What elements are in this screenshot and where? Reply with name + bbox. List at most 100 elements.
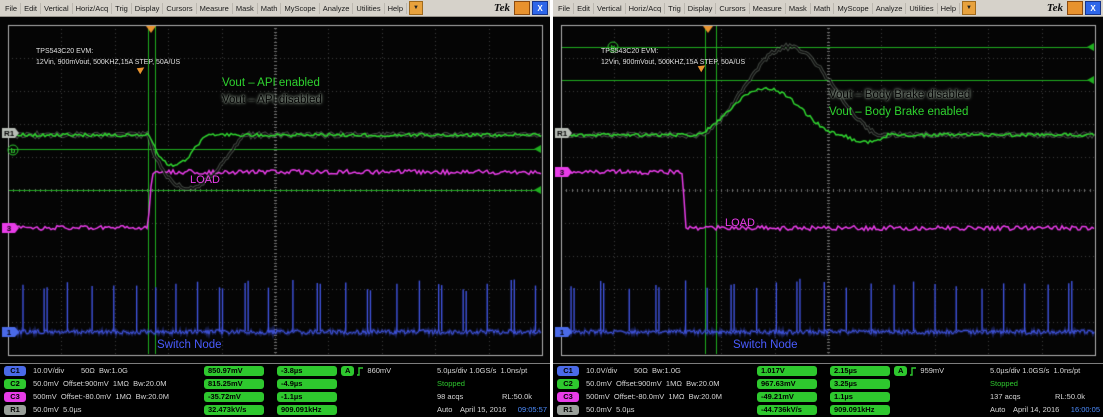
measurement-value: 815.25mV — [204, 379, 264, 389]
channel-settings-c3: 500mV Offset:-80.0mV 1MΩ Bw:20.0M — [33, 392, 169, 401]
trace-label-black: Vout – Body Brake disabled — [829, 89, 970, 102]
measurement-value: 967.63mV — [757, 379, 817, 389]
channel-settings-c1: 10.0V/div 50Ω Bw:1.0G — [586, 366, 681, 375]
date-readout: April 15, 2016 — [460, 405, 506, 414]
measurement-value: -35.72mV — [204, 392, 264, 402]
menu-mask[interactable]: Mask — [786, 3, 811, 14]
menu-cursors[interactable]: Cursors — [163, 3, 196, 14]
device-annotation-line1: TPS543C20 EVM: — [601, 48, 658, 56]
menu-edit[interactable]: Edit — [574, 3, 594, 14]
trigger-source-badge[interactable]: A — [894, 366, 907, 376]
measurement-value: 1.1µs — [830, 392, 890, 402]
minimize-button[interactable] — [514, 1, 530, 15]
measurement-value: 3.25µs — [830, 379, 890, 389]
status-row: R1 50.0mV 5.0µs 32.473kV/s 909.091kHz Au… — [0, 405, 550, 417]
menu-analyze[interactable]: Analyze — [320, 3, 354, 14]
timebase-readout: 5.0µs/div 1.0GS/s 1.0ns/pt — [437, 366, 527, 375]
waveform-display: TPS543C20 EVM: 12Vin, 900mVout, 500KHZ,1… — [0, 17, 550, 363]
tek-logo: Tek — [1043, 2, 1067, 14]
channel-badge-c2[interactable]: C2 — [557, 379, 579, 389]
menu-display[interactable]: Display — [685, 3, 717, 14]
menu-trig[interactable]: Trig — [665, 3, 685, 14]
channel-badge-c3[interactable]: C3 — [557, 392, 579, 402]
menu-bar: File Edit Vertical Horiz/Acq Trig Displa… — [553, 0, 1103, 17]
acquisition-count: 137 acqs — [990, 392, 1020, 401]
menu-cursors[interactable]: Cursors — [716, 3, 749, 14]
menu-myscope[interactable]: MyScope — [281, 3, 319, 14]
status-row: C1 10.0V/div 50Ω Bw:1.0G 1.017V 2.15µs A… — [553, 366, 1103, 378]
minimize-button[interactable] — [1067, 1, 1083, 15]
menu-analyze[interactable]: Analyze — [873, 3, 907, 14]
trigger-level: 860mV — [367, 366, 391, 375]
channel-badge-c1[interactable]: C1 — [4, 366, 26, 376]
trigger-source-badge[interactable]: A — [341, 366, 354, 376]
close-button[interactable]: X — [532, 1, 548, 15]
channel-settings-r1: 50.0mV 5.0µs — [33, 405, 82, 414]
acquisition-count: 98 acqs — [437, 392, 463, 401]
acquisition-state: Stopped — [990, 379, 1018, 388]
record-length: RL:50.0k — [1055, 392, 1085, 401]
acquisition-state: Stopped — [437, 379, 465, 388]
switch-node-label: Switch Node — [733, 339, 798, 352]
menu-file[interactable]: File — [2, 3, 21, 14]
channel-badge-c1[interactable]: C1 — [557, 366, 579, 376]
menu-myscope[interactable]: MyScope — [834, 3, 872, 14]
menu-display[interactable]: Display — [132, 3, 164, 14]
trace-label-green: Vout – API enabled — [222, 77, 320, 90]
measurement-value: -3.8µs — [277, 366, 337, 376]
graticule-canvas[interactable] — [553, 17, 1103, 363]
menu-help[interactable]: Help — [938, 3, 960, 14]
menu-file[interactable]: File — [555, 3, 574, 14]
status-row: C3 500mV Offset:-80.0mV 1MΩ Bw:20.0M -35… — [0, 392, 550, 404]
menu-measure[interactable]: Measure — [750, 3, 786, 14]
trigger-mode: Auto — [990, 405, 1005, 414]
device-annotation-line2: 12Vin, 900mVout, 500KHZ,15A STEP, 50A/US — [601, 59, 745, 67]
channel-settings-c1: 10.0V/div 50Ω Bw:1.0G — [33, 366, 128, 375]
status-row: C2 50.0mV Offset:900mV 1MΩ Bw:20.0M 815.… — [0, 379, 550, 391]
close-button[interactable]: X — [1085, 1, 1101, 15]
menu-utilities[interactable]: Utilities — [906, 3, 937, 14]
waveform-display: TPS543C20 EVM: 12Vin, 900mVout, 500KHZ,1… — [553, 17, 1103, 363]
status-bar: C1 10.0V/div 50Ω Bw:1.0G 1.017V 2.15µs A… — [553, 363, 1103, 417]
channel-settings-r1: 50.0mV 5.0µs — [586, 405, 635, 414]
menu-horiz-acq[interactable]: Horiz/Acq — [626, 3, 666, 14]
trigger-mode: Auto — [437, 405, 452, 414]
measurement-value: 850.97mV — [204, 366, 264, 376]
channel-badge-r1[interactable]: R1 — [4, 405, 26, 415]
record-length: RL:50.0k — [502, 392, 532, 401]
status-row: C3 500mV Offset:-80.0mV 1MΩ Bw:20.0M -49… — [553, 392, 1103, 404]
device-annotation-line2: 12Vin, 900mVout, 500KHZ,15A STEP, 50A/US — [36, 59, 180, 67]
menu-mask[interactable]: Mask — [233, 3, 258, 14]
trigger-level: 959mV — [920, 366, 944, 375]
menu-trig[interactable]: Trig — [112, 3, 132, 14]
time-readout: 16:00:05 — [1071, 405, 1100, 414]
menu-measure[interactable]: Measure — [197, 3, 233, 14]
menu-utilities[interactable]: Utilities — [353, 3, 384, 14]
menu-overflow-button[interactable]: ▼ — [962, 1, 976, 15]
menu-help[interactable]: Help — [385, 3, 407, 14]
menu-vertical[interactable]: Vertical — [41, 3, 73, 14]
measurement-value: 32.473kV/s — [204, 405, 264, 415]
menu-bar: File Edit Vertical Horiz/Acq Trig Displa… — [0, 0, 550, 17]
measurement-value: -4.9µs — [277, 379, 337, 389]
menu-overflow-button[interactable]: ▼ — [409, 1, 423, 15]
time-readout: 09:05:57 — [518, 405, 547, 414]
menu-edit[interactable]: Edit — [21, 3, 41, 14]
menu-vertical[interactable]: Vertical — [594, 3, 626, 14]
graticule-canvas[interactable] — [0, 17, 550, 363]
channel-badge-r1[interactable]: R1 — [557, 405, 579, 415]
channel-badge-c2[interactable]: C2 — [4, 379, 26, 389]
channel-badge-c3[interactable]: C3 — [4, 392, 26, 402]
menu-math[interactable]: Math — [258, 3, 282, 14]
measurement-value: 909.091kHz — [830, 405, 890, 415]
measurement-value: 909.091kHz — [277, 405, 337, 415]
tek-logo: Tek — [490, 2, 514, 14]
channel-settings-c2: 50.0mV Offset:900mV 1MΩ Bw:20.0M — [586, 379, 719, 388]
channel-settings-c3: 500mV Offset:-80.0mV 1MΩ Bw:20.0M — [586, 392, 722, 401]
trace-label-black: Vout – API disabled — [222, 94, 322, 107]
menu-math[interactable]: Math — [811, 3, 835, 14]
status-bar: C1 10.0V/div 50Ω Bw:1.0G 850.97mV -3.8µs… — [0, 363, 550, 417]
menu-horiz-acq[interactable]: Horiz/Acq — [73, 3, 113, 14]
device-annotation-line1: TPS543C20 EVM: — [36, 48, 93, 56]
scope-panel-right: File Edit Vertical Horiz/Acq Trig Displa… — [553, 0, 1103, 417]
